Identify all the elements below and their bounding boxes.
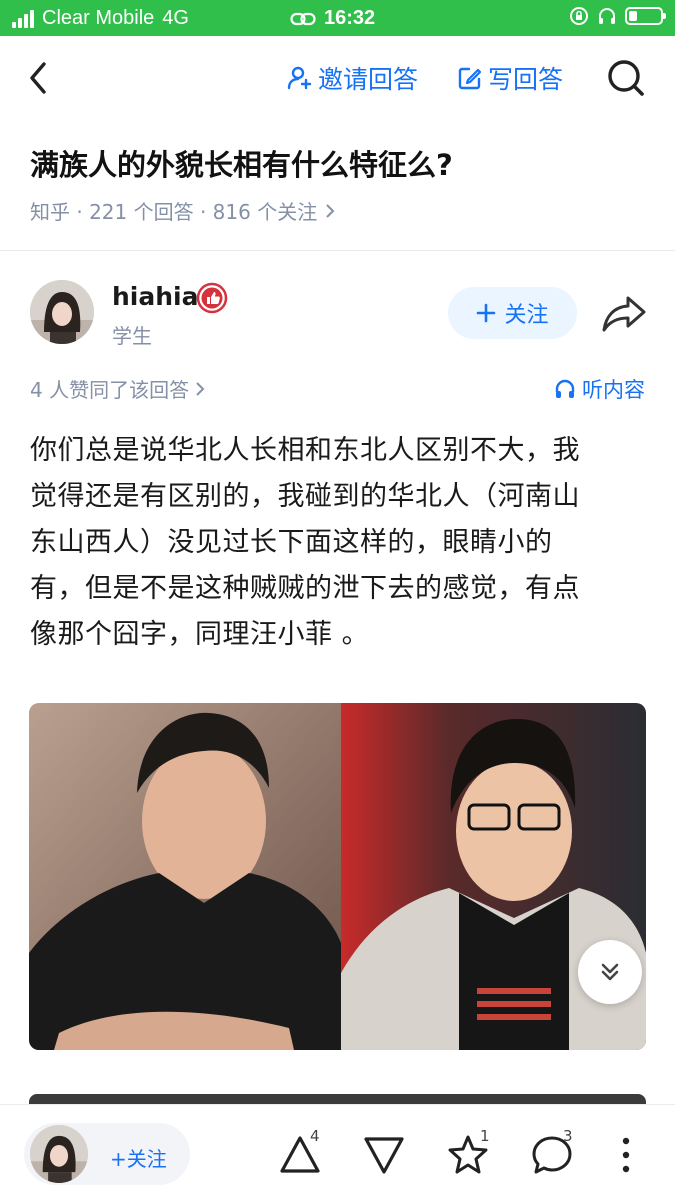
chevron-right-icon (326, 203, 335, 218)
status-left: Clear Mobile 4G (12, 7, 189, 30)
author-avatar[interactable] (30, 280, 94, 344)
upvote-count: 4 (310, 1127, 320, 1145)
follow-label: 关注 (504, 303, 549, 328)
listen-button[interactable]: 听内容 (554, 374, 645, 404)
signal-icon (12, 9, 34, 28)
double-chevron-down-icon (601, 963, 619, 981)
bottom-author-avatar[interactable] (30, 1125, 88, 1183)
vote-summary-text: 4 人赞同了该回答 (30, 378, 190, 402)
back-icon[interactable] (22, 58, 58, 98)
carrier-name: Clear Mobile (42, 7, 155, 29)
favorite-count: 1 (480, 1127, 490, 1145)
author-bio: 学生 (112, 324, 152, 348)
answer-body: 你们总是说华北人长相和东北人区别不大，我 觉得还是有区别的，我碰到的华北人（河南… (30, 428, 650, 658)
clock: 16:32 (324, 7, 376, 29)
divider (0, 250, 675, 251)
status-right (569, 6, 666, 26)
chevron-right-icon (196, 381, 205, 396)
bottom-action-bar: +关注 4 1 3 (0, 1104, 675, 1201)
downvote-icon[interactable] (362, 1133, 406, 1177)
headphones-icon (555, 379, 575, 398)
battery-icon (625, 7, 666, 25)
more-icon[interactable] (604, 1133, 648, 1177)
answer-line: 你们总是说华北人长相和东北人区别不大，我 (30, 435, 580, 466)
answer-image[interactable] (29, 703, 646, 1050)
follow-button[interactable]: 关注 (448, 287, 577, 339)
status-bar: Clear Mobile 4G 16:32 (0, 0, 675, 36)
vote-summary[interactable]: 4 人赞同了该回答 (30, 374, 205, 403)
headphones-icon (599, 8, 615, 24)
question-meta: 知乎 · 221 个回答 · 816 个关注 (30, 200, 318, 224)
question-meta-link[interactable]: 知乎 · 221 个回答 · 816 个关注 (30, 196, 335, 225)
nav-bar: 邀请回答 写回答 (0, 36, 675, 118)
thumbs-up-badge-icon (196, 282, 228, 314)
author-name[interactable]: hiahia (112, 282, 198, 311)
question-title[interactable]: 满族人的外貌长相有什么特征么? (30, 142, 453, 184)
write-answer-label: 写回答 (488, 65, 564, 94)
search-icon[interactable] (604, 56, 648, 100)
answer-line: 东山西人）没见过长下面这样的，眼睛小的 (30, 527, 553, 558)
write-answer-button[interactable]: 写回答 (456, 60, 563, 96)
status-center: 16:32 (290, 7, 375, 30)
network-type: 4G (162, 7, 189, 29)
answer-line: 像那个囧字，同理汪小菲 。 (30, 619, 370, 650)
link-icon (290, 12, 316, 25)
invite-answer-button[interactable]: 邀请回答 (286, 60, 418, 96)
answer-line: 有，但是不是这种贼贼的泄下去的感觉，有点 (30, 573, 580, 604)
collapse-button[interactable] (578, 940, 642, 1004)
plus-icon (477, 303, 496, 323)
answer-line: 觉得还是有区别的，我碰到的华北人（河南山 (30, 481, 580, 512)
bottom-follow-label: +关注 (110, 1147, 167, 1171)
comment-count: 3 (563, 1127, 573, 1145)
rotation-lock-icon (570, 7, 588, 25)
edit-icon (458, 67, 482, 90)
share-icon[interactable] (600, 292, 648, 334)
listen-label: 听内容 (582, 378, 645, 402)
invite-answer-label: 邀请回答 (318, 65, 419, 94)
invite-icon (287, 66, 312, 90)
